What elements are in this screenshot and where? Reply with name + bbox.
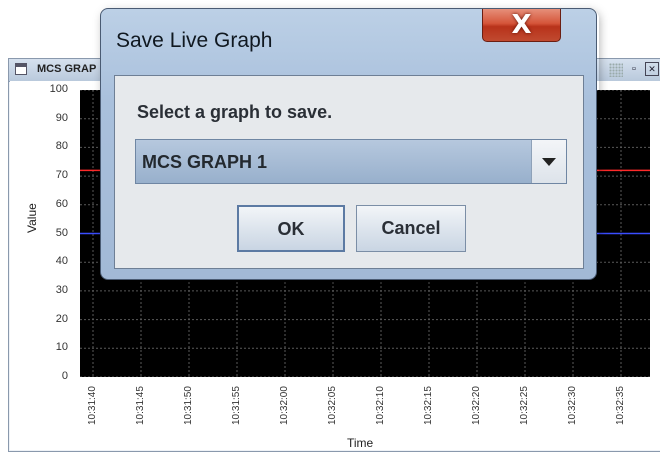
- close-button[interactable]: X: [482, 9, 561, 42]
- restore-icon[interactable]: ▫: [627, 62, 641, 76]
- y-tick-label: 100: [49, 83, 68, 95]
- close-window-icon[interactable]: ✕: [645, 62, 659, 76]
- x-axis-label: Time: [347, 436, 374, 450]
- x-tick-label: 10:32:05: [327, 386, 338, 425]
- y-tick-label: 80: [55, 140, 68, 153]
- select-prompt: Select a graph to save.: [137, 102, 333, 122]
- graph-select-dropdown[interactable]: MCS GRAPH 1: [135, 139, 567, 184]
- y-tick-label: 40: [55, 255, 68, 268]
- y-tick-label: 30: [55, 283, 68, 296]
- dialog-content: Select a graph to save. MCS GRAPH 1 OK C…: [114, 75, 584, 269]
- x-tick-label: 10:32:25: [519, 386, 530, 425]
- close-icon: X: [511, 10, 532, 40]
- x-tick-label: 10:32:20: [471, 386, 482, 425]
- x-tick-label: 10:31:45: [135, 386, 146, 425]
- x-tick-label: 10:32:30: [567, 386, 578, 425]
- y-axis-label: Value: [25, 203, 39, 233]
- resize-grip-icon: [609, 63, 623, 77]
- selected-graph-value: MCS GRAPH 1: [142, 152, 268, 172]
- chevron-down-icon[interactable]: [531, 140, 566, 183]
- graph-window-title: MCS GRAP: [37, 63, 97, 75]
- save-live-graph-dialog: Save Live Graph X Select a graph to save…: [100, 8, 597, 280]
- x-tick-label: 10:31:50: [183, 386, 194, 425]
- cancel-button[interactable]: Cancel: [356, 205, 466, 252]
- y-tick-label: 90: [55, 111, 68, 124]
- y-tick-label: 50: [55, 226, 68, 239]
- y-tick-label: 70: [55, 169, 68, 182]
- x-tick-label: 10:32:10: [375, 386, 386, 425]
- y-tick-label: 10: [55, 341, 68, 354]
- y-tick-label: 60: [55, 197, 68, 210]
- x-tick-label: 10:32:15: [423, 386, 434, 425]
- x-tick-label: 10:31:40: [87, 386, 98, 425]
- y-tick-label: 20: [55, 312, 68, 325]
- window-icon: [15, 63, 27, 75]
- dialog-title: Save Live Graph: [116, 29, 273, 52]
- y-tick-label: 0: [61, 370, 68, 382]
- x-tick-label: 10:32:35: [615, 386, 626, 425]
- x-tick-label: 10:32:00: [279, 386, 290, 425]
- ok-button[interactable]: OK: [237, 205, 345, 252]
- x-tick-label: 10:31:55: [231, 386, 242, 425]
